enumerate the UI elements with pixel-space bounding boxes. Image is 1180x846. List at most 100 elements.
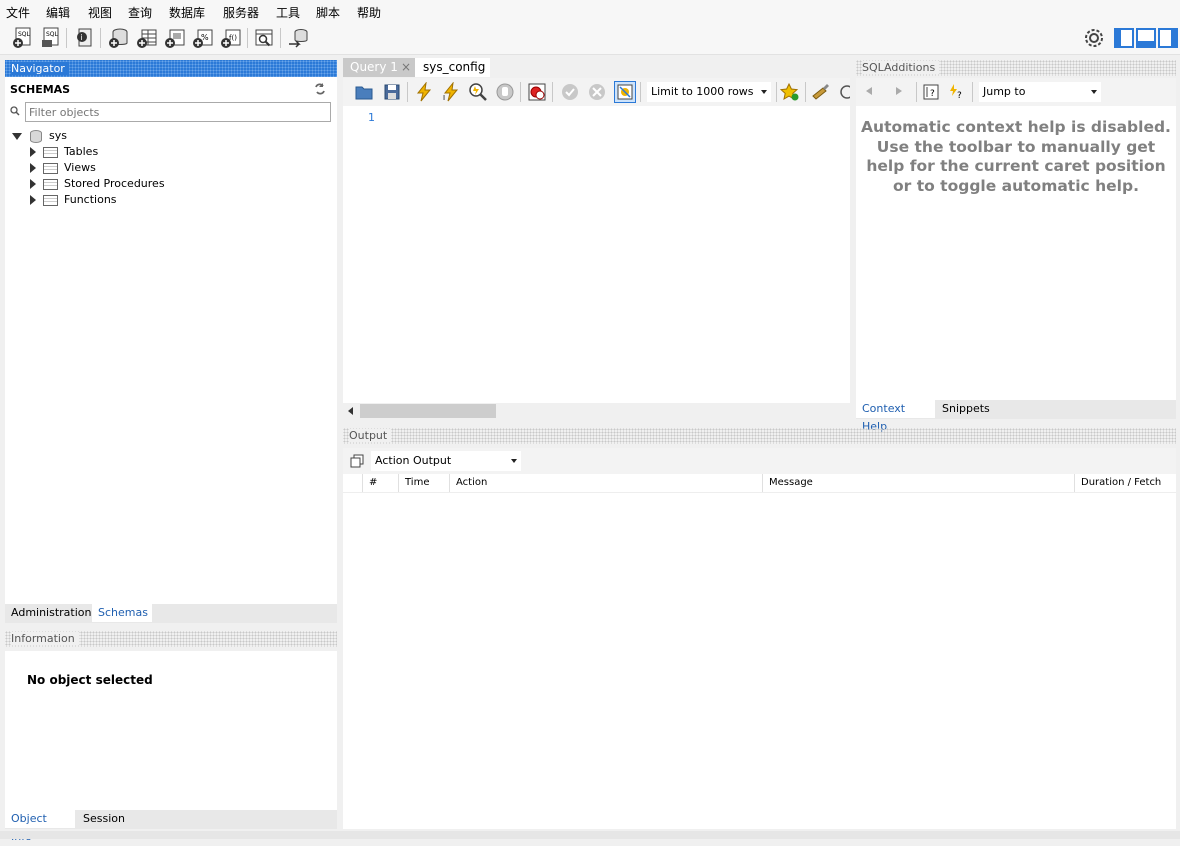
toggle-sidebar-icon[interactable]	[1114, 28, 1134, 48]
create-view-icon[interactable]	[164, 27, 186, 49]
tab-context-help[interactable]: Context Help	[856, 400, 935, 433]
output-table-header: # Time Action Message Duration / Fetch	[343, 474, 1176, 493]
toolbar-separator	[407, 82, 408, 102]
create-procedure-icon[interactable]: %	[192, 27, 214, 49]
context-help-text: Automatic context help is disabled. Use …	[861, 118, 1171, 195]
copy-output-icon[interactable]	[350, 454, 364, 468]
collapsed-arrow-icon[interactable]	[30, 147, 36, 157]
tab-schemas[interactable]: Schemas	[92, 604, 152, 622]
forward-arrow-icon[interactable]	[896, 87, 902, 95]
column-header-message[interactable]: Message	[762, 474, 1074, 492]
stop-on-error-icon[interactable]	[527, 82, 547, 102]
collapsed-arrow-icon[interactable]	[30, 163, 36, 173]
toolbar-separator	[552, 82, 553, 102]
menu-database[interactable]: 数据库	[169, 4, 205, 21]
add-snippet-star-icon[interactable]	[779, 82, 800, 102]
sql-editor[interactable]: 1	[343, 106, 850, 403]
svg-text:I: I	[443, 94, 445, 102]
tab-sys-config-label: sys_config	[423, 60, 486, 74]
horizontal-scrollbar[interactable]	[343, 403, 850, 419]
tab-snippets[interactable]: Snippets	[936, 400, 996, 418]
column-header-duration[interactable]: Duration / Fetch	[1074, 474, 1176, 492]
tab-query-1-label: Query 1	[350, 60, 398, 74]
tab-query-1[interactable]: Query 1 ×	[343, 58, 415, 77]
svg-text:i: i	[81, 33, 83, 42]
tree-item-label: Views	[64, 161, 96, 174]
main-toolbar: SQL SQL i % f()	[0, 22, 1180, 55]
tab-session[interactable]: Session	[77, 810, 137, 828]
tab-administration[interactable]: Administration	[5, 604, 92, 622]
information-title: Information	[11, 632, 79, 645]
explain-icon[interactable]	[468, 82, 488, 102]
procedure-folder-icon	[42, 178, 58, 190]
menu-file[interactable]: 文件	[6, 4, 30, 21]
column-header-number[interactable]: #	[362, 474, 398, 492]
beautify-brush-icon[interactable]	[811, 82, 831, 102]
autocommit-toggle-icon[interactable]	[614, 81, 636, 103]
create-table-icon[interactable]	[136, 27, 158, 49]
refresh-schemas-icon[interactable]	[313, 82, 327, 96]
reconnect-icon[interactable]	[287, 27, 309, 49]
schema-sys[interactable]: sys	[12, 128, 67, 144]
tree-item-label: Tables	[64, 145, 99, 158]
column-header-action[interactable]: Action	[449, 474, 762, 492]
svg-text:?: ?	[957, 91, 962, 101]
tab-object-info[interactable]: Object Info	[5, 810, 75, 843]
filter-objects-input[interactable]	[25, 102, 331, 122]
toolbar-separator	[280, 28, 281, 48]
toolbar-separator	[805, 82, 806, 102]
column-header-time[interactable]: Time	[398, 474, 449, 492]
commit-icon[interactable]	[560, 82, 580, 102]
menu-help[interactable]: 帮助	[357, 4, 381, 21]
tree-item-functions[interactable]: Functions	[30, 192, 117, 208]
tree-item-tables[interactable]: Tables	[30, 144, 98, 160]
open-file-icon[interactable]	[354, 82, 374, 102]
tab-sys-config[interactable]: sys_config	[415, 58, 490, 77]
menu-tools[interactable]: 工具	[276, 4, 300, 21]
sql-additions-toolbar: ? ? Jump to	[856, 78, 1176, 106]
tree-item-stored-procedures[interactable]: Stored Procedures	[30, 176, 165, 192]
scrollbar-thumb[interactable]	[360, 404, 496, 418]
sql-additions-title: SQLAdditions	[862, 61, 940, 74]
output-type-select[interactable]: Action Output	[371, 451, 521, 471]
execute-icon[interactable]	[414, 81, 434, 102]
expanded-arrow-icon[interactable]	[12, 132, 22, 140]
inspector-icon[interactable]: i	[73, 27, 95, 49]
tree-item-label: Stored Procedures	[64, 177, 165, 190]
toggle-secondary-sidebar-icon[interactable]	[1158, 28, 1178, 48]
search-table-data-icon[interactable]	[253, 27, 275, 49]
settings-gear-icon[interactable]	[1084, 28, 1106, 50]
create-schema-icon[interactable]	[108, 27, 130, 49]
limit-rows-select[interactable]: Limit to 1000 rows	[647, 82, 771, 102]
menu-scripting[interactable]: 脚本	[316, 4, 340, 21]
menu-edit[interactable]: 编辑	[46, 4, 70, 21]
save-icon[interactable]	[382, 82, 402, 102]
close-tab-icon[interactable]: ×	[401, 58, 411, 77]
back-arrow-icon[interactable]	[866, 87, 872, 95]
new-sql-tab-icon[interactable]: SQL	[12, 27, 34, 49]
rollback-icon[interactable]	[587, 82, 607, 102]
stop-icon[interactable]	[495, 82, 515, 102]
menu-server[interactable]: 服务器	[223, 4, 259, 21]
manual-help-icon[interactable]: ?	[922, 83, 940, 101]
open-sql-script-icon[interactable]: SQL	[40, 27, 62, 49]
collapsed-arrow-icon[interactable]	[30, 195, 36, 205]
line-number: 1	[368, 111, 375, 124]
scroll-left-icon[interactable]	[348, 407, 353, 415]
execute-current-statement-icon[interactable]: I	[441, 81, 461, 102]
find-icon[interactable]	[837, 82, 850, 102]
jump-to-select[interactable]: Jump to	[979, 82, 1101, 102]
toolbar-separator	[66, 28, 67, 48]
menu-view[interactable]: 视图	[88, 4, 112, 21]
database-icon	[29, 129, 42, 143]
menu-query[interactable]: 查询	[128, 4, 152, 21]
schemas-label: SCHEMAS	[10, 83, 71, 96]
output-header: Output	[343, 428, 1176, 444]
toggle-output-panel-icon[interactable]	[1136, 28, 1156, 48]
auto-help-toggle-icon[interactable]: ?	[948, 83, 966, 101]
collapsed-arrow-icon[interactable]	[30, 179, 36, 189]
navigator-header: Navigator	[5, 60, 337, 77]
create-function-icon[interactable]: f()	[220, 27, 242, 49]
tree-item-views[interactable]: Views	[30, 160, 96, 176]
toolbar-separator	[916, 82, 917, 102]
